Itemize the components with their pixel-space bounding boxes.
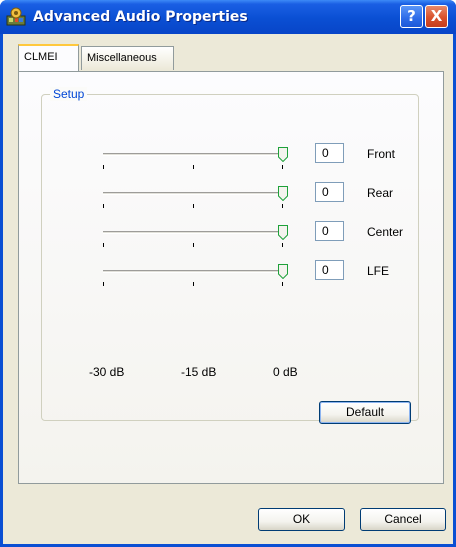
tick-mark bbox=[103, 165, 104, 169]
center-value-field[interactable]: 0 bbox=[315, 221, 344, 241]
scale-label-mid: -15 dB bbox=[181, 365, 217, 379]
front-value-field[interactable]: 0 bbox=[315, 143, 344, 163]
rear-slider-thumb[interactable] bbox=[278, 186, 288, 201]
scale-label-min: -30 dB bbox=[89, 365, 125, 379]
audio-properties-icon bbox=[6, 7, 26, 26]
lfe-slider-thumb[interactable] bbox=[278, 264, 288, 279]
tick-mark bbox=[193, 165, 194, 169]
center-slider-track[interactable] bbox=[103, 231, 283, 234]
center-slider-thumb[interactable] bbox=[278, 225, 288, 240]
front-slider-row: 0 Front bbox=[42, 143, 420, 175]
scale-label-max: 0 dB bbox=[273, 365, 298, 379]
setup-groupbox: Setup 0 Front 0 Rear 0 Center 0 LFE -30 … bbox=[41, 87, 420, 424]
rear-value-field[interactable]: 0 bbox=[315, 182, 344, 202]
title-bar[interactable]: Advanced Audio Properties ? X bbox=[0, 0, 456, 34]
tick-mark bbox=[193, 282, 194, 286]
rear-slider-row: 0 Rear bbox=[42, 182, 420, 214]
setup-group-label: Setup bbox=[50, 87, 88, 101]
tick-mark bbox=[103, 204, 104, 208]
lfe-label: LFE bbox=[367, 264, 390, 278]
tab-clmei[interactable]: CLMEI bbox=[18, 44, 79, 71]
tick-mark bbox=[282, 165, 283, 169]
cancel-button[interactable]: Cancel bbox=[360, 508, 446, 531]
front-slider-thumb[interactable] bbox=[278, 147, 288, 162]
front-label: Front bbox=[367, 147, 396, 161]
close-button[interactable]: X bbox=[425, 5, 448, 28]
window-title: Advanced Audio Properties bbox=[33, 9, 248, 25]
center-label: Center bbox=[367, 225, 404, 239]
center-slider-row: 0 Center bbox=[42, 221, 420, 253]
lfe-value-field[interactable]: 0 bbox=[315, 260, 344, 280]
tick-mark bbox=[193, 243, 194, 247]
tick-mark bbox=[282, 204, 283, 208]
default-button[interactable]: Default bbox=[319, 401, 411, 424]
tab-miscellaneous[interactable]: Miscellaneous bbox=[81, 46, 174, 70]
lfe-slider-track[interactable] bbox=[103, 270, 283, 273]
rear-slider-track[interactable] bbox=[103, 192, 283, 195]
help-button[interactable]: ? bbox=[400, 5, 423, 28]
advanced-audio-properties-window: Advanced Audio Properties ? X CLMEI Misc… bbox=[0, 0, 456, 547]
tick-mark bbox=[103, 243, 104, 247]
rear-label: Rear bbox=[367, 186, 394, 200]
lfe-slider-row: 0 LFE bbox=[42, 260, 420, 292]
tick-mark bbox=[282, 243, 283, 247]
tab-panel-clmei: Setup 0 Front 0 Rear 0 Center 0 LFE -30 … bbox=[18, 71, 444, 484]
tick-mark bbox=[282, 282, 283, 286]
front-slider-track[interactable] bbox=[103, 153, 283, 156]
tick-mark bbox=[193, 204, 194, 208]
ok-button[interactable]: OK bbox=[258, 508, 345, 531]
tick-mark bbox=[103, 282, 104, 286]
